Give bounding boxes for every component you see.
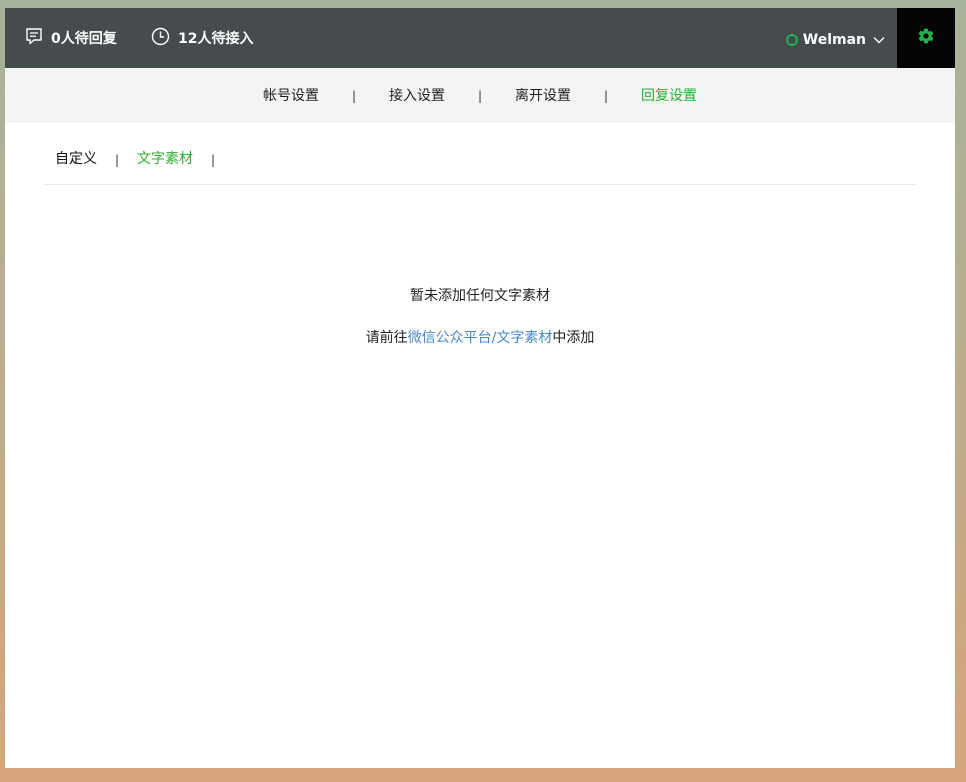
hint-suffix: 中添加 bbox=[552, 330, 595, 346]
main-nav: 帐号设置 | 接入设置 | 离开设置 | 回复设置 bbox=[5, 68, 955, 123]
sub-nav: 自定义 | 文字素材 | bbox=[44, 123, 916, 185]
gear-icon bbox=[917, 27, 935, 49]
subtab-custom[interactable]: 自定义 bbox=[55, 123, 97, 184]
subnav-separator: | bbox=[211, 153, 216, 167]
waiting-queue-label: 12人待接入 bbox=[178, 31, 254, 47]
settings-button[interactable] bbox=[897, 8, 955, 68]
subnav-separator: | bbox=[115, 153, 120, 167]
waiting-queue-stat[interactable]: 12人待接入 bbox=[151, 8, 253, 68]
chat-bubble-icon bbox=[25, 27, 51, 49]
subtab-text-material[interactable]: 文字素材 bbox=[137, 123, 193, 184]
online-status-icon bbox=[785, 34, 798, 46]
chevron-down-icon bbox=[873, 32, 885, 48]
tab-access-settings[interactable]: 接入设置 bbox=[389, 68, 445, 123]
nav-separator: | bbox=[478, 89, 483, 103]
pending-reply-label: 0人待回复 bbox=[51, 31, 117, 47]
tab-away-settings[interactable]: 离开设置 bbox=[515, 68, 571, 123]
nav-separator: | bbox=[604, 89, 609, 103]
tab-account-settings[interactable]: 帐号设置 bbox=[263, 68, 319, 123]
top-bar: 0人待回复 12人待接入 Welman bbox=[5, 8, 955, 68]
hint-prefix: 请前往 bbox=[365, 330, 408, 346]
nav-separator: | bbox=[352, 89, 357, 103]
clock-icon bbox=[151, 27, 178, 50]
wechat-text-material-link[interactable]: 微信公众平台/文字素材 bbox=[408, 330, 553, 346]
user-menu[interactable]: Welman bbox=[785, 8, 885, 72]
tab-reply-settings[interactable]: 回复设置 bbox=[641, 68, 697, 123]
empty-state-title: 暂未添加任何文字素材 bbox=[410, 288, 550, 304]
user-name: Welman bbox=[802, 32, 866, 48]
empty-state-hint: 请前往微信公众平台/文字素材中添加 bbox=[5, 326, 955, 350]
app-window: 0人待回复 12人待接入 Welman 帐号设置 | 接入设置 | 离开设置 |… bbox=[5, 8, 955, 768]
pending-reply-stat[interactable]: 0人待回复 bbox=[25, 8, 117, 68]
